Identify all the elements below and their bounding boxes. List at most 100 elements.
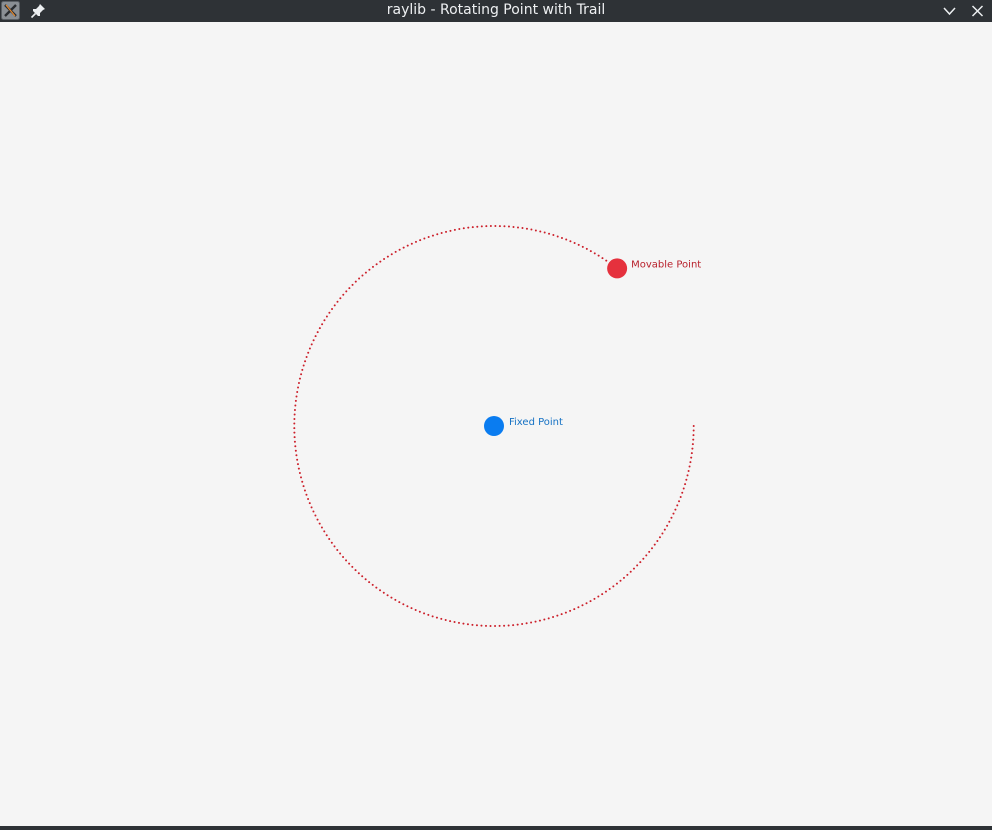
trail-dot: [593, 597, 596, 600]
trail-dot: [316, 518, 319, 521]
trail-dot: [685, 478, 688, 481]
trail-dot: [556, 614, 559, 617]
scene-canvas: Fixed Point Movable Point: [293, 225, 701, 627]
trail-dot: [494, 225, 497, 227]
trail-dot: [293, 436, 296, 439]
title-bar[interactable]: raylib - Rotating Point with Trail: [0, 0, 992, 22]
trail-dot: [457, 621, 460, 624]
trail-dot: [300, 476, 303, 479]
trail-dot: [297, 382, 300, 385]
trail-dot: [371, 583, 374, 586]
trail-dot: [475, 624, 478, 627]
trail-dot: [361, 575, 364, 578]
trail-dot: [552, 234, 555, 237]
trail-dot: [427, 236, 430, 239]
trail-dot: [682, 487, 685, 490]
trail-dot: [691, 443, 694, 446]
trail-dot: [310, 343, 313, 346]
trail-dot: [339, 297, 342, 300]
trail-dot: [293, 422, 296, 425]
trail-dot: [348, 287, 351, 290]
trail-dot: [307, 351, 310, 354]
trail-dot: [516, 226, 519, 229]
trail-dot: [294, 399, 297, 402]
trail-dot: [462, 622, 465, 625]
trail-dot: [364, 578, 367, 581]
trail-dot: [503, 624, 506, 627]
fixed-point-label: Fixed Point: [509, 417, 563, 428]
trail-dot: [351, 283, 354, 286]
raylib-app-icon: [1, 1, 20, 20]
trail-dot: [436, 233, 439, 236]
trail-dot: [498, 225, 501, 228]
trail-dot: [382, 591, 385, 594]
trail-dot: [410, 607, 413, 610]
trail-dot: [364, 271, 367, 274]
trail-dot: [516, 623, 519, 626]
trail-dot: [402, 246, 405, 249]
trail-dot: [293, 413, 296, 416]
trail-dot: [651, 547, 654, 550]
trail-dot: [663, 528, 666, 531]
trail-dot: [503, 225, 506, 228]
trail-dot: [556, 235, 559, 238]
trail-dot: [534, 620, 537, 623]
trail-dot: [386, 255, 389, 258]
trail-dot: [691, 447, 694, 450]
trail-dot: [308, 502, 311, 505]
trail-dot: [431, 234, 434, 237]
trail-dot: [668, 520, 671, 523]
trail-dot: [342, 555, 345, 558]
trail-dot: [678, 500, 681, 503]
trail-dot: [320, 526, 323, 529]
trail-dot: [539, 230, 542, 233]
trail-dot: [601, 257, 604, 260]
trail-dot: [398, 248, 401, 251]
trail-dot: [480, 624, 483, 627]
trail-dot: [435, 616, 438, 619]
trail-dot: [293, 427, 296, 430]
trail-dot: [358, 277, 361, 280]
trail-dot: [410, 242, 413, 245]
trail-dot: [330, 541, 333, 544]
trail-dot: [466, 623, 469, 626]
trail-dot: [445, 230, 448, 233]
trail-dot: [368, 268, 371, 271]
trail-dot: [679, 496, 682, 499]
trail-dot: [577, 606, 580, 609]
trail-dot: [294, 404, 297, 407]
trail-dot: [552, 616, 555, 619]
trail-dot: [406, 244, 409, 247]
trail-dot: [390, 253, 393, 256]
trail-dot: [666, 524, 669, 527]
trail-dot: [530, 228, 533, 231]
pin-icon[interactable]: [29, 2, 47, 20]
trail-dot: [530, 621, 533, 624]
close-icon[interactable]: [968, 2, 987, 20]
chevron-down-icon[interactable]: [940, 2, 959, 20]
trail-dot: [323, 319, 326, 322]
movable-point-label: Movable Point: [631, 259, 701, 270]
trail-dot: [622, 576, 625, 579]
trail-dot: [423, 612, 426, 615]
trail-dot: [480, 225, 483, 228]
trail-dot: [298, 377, 301, 380]
trail-dot: [304, 360, 307, 363]
trail-dot: [690, 456, 693, 459]
trail-dot: [597, 254, 600, 257]
trail-dot: [423, 237, 426, 240]
trail-dot: [371, 265, 374, 268]
trail-dot: [471, 623, 474, 626]
trail-dot: [298, 472, 301, 475]
trail-dot: [676, 504, 679, 507]
fixed-point-marker: [484, 416, 504, 436]
trail-dot: [692, 438, 695, 441]
trail-dot: [615, 582, 618, 585]
trail-dot: [585, 247, 588, 250]
trail-dot: [569, 240, 572, 243]
trail-dot: [672, 512, 675, 515]
trail-dot: [661, 532, 664, 535]
trail-dot: [293, 408, 296, 411]
trail-dot: [681, 491, 684, 494]
trail-dot: [302, 364, 305, 367]
